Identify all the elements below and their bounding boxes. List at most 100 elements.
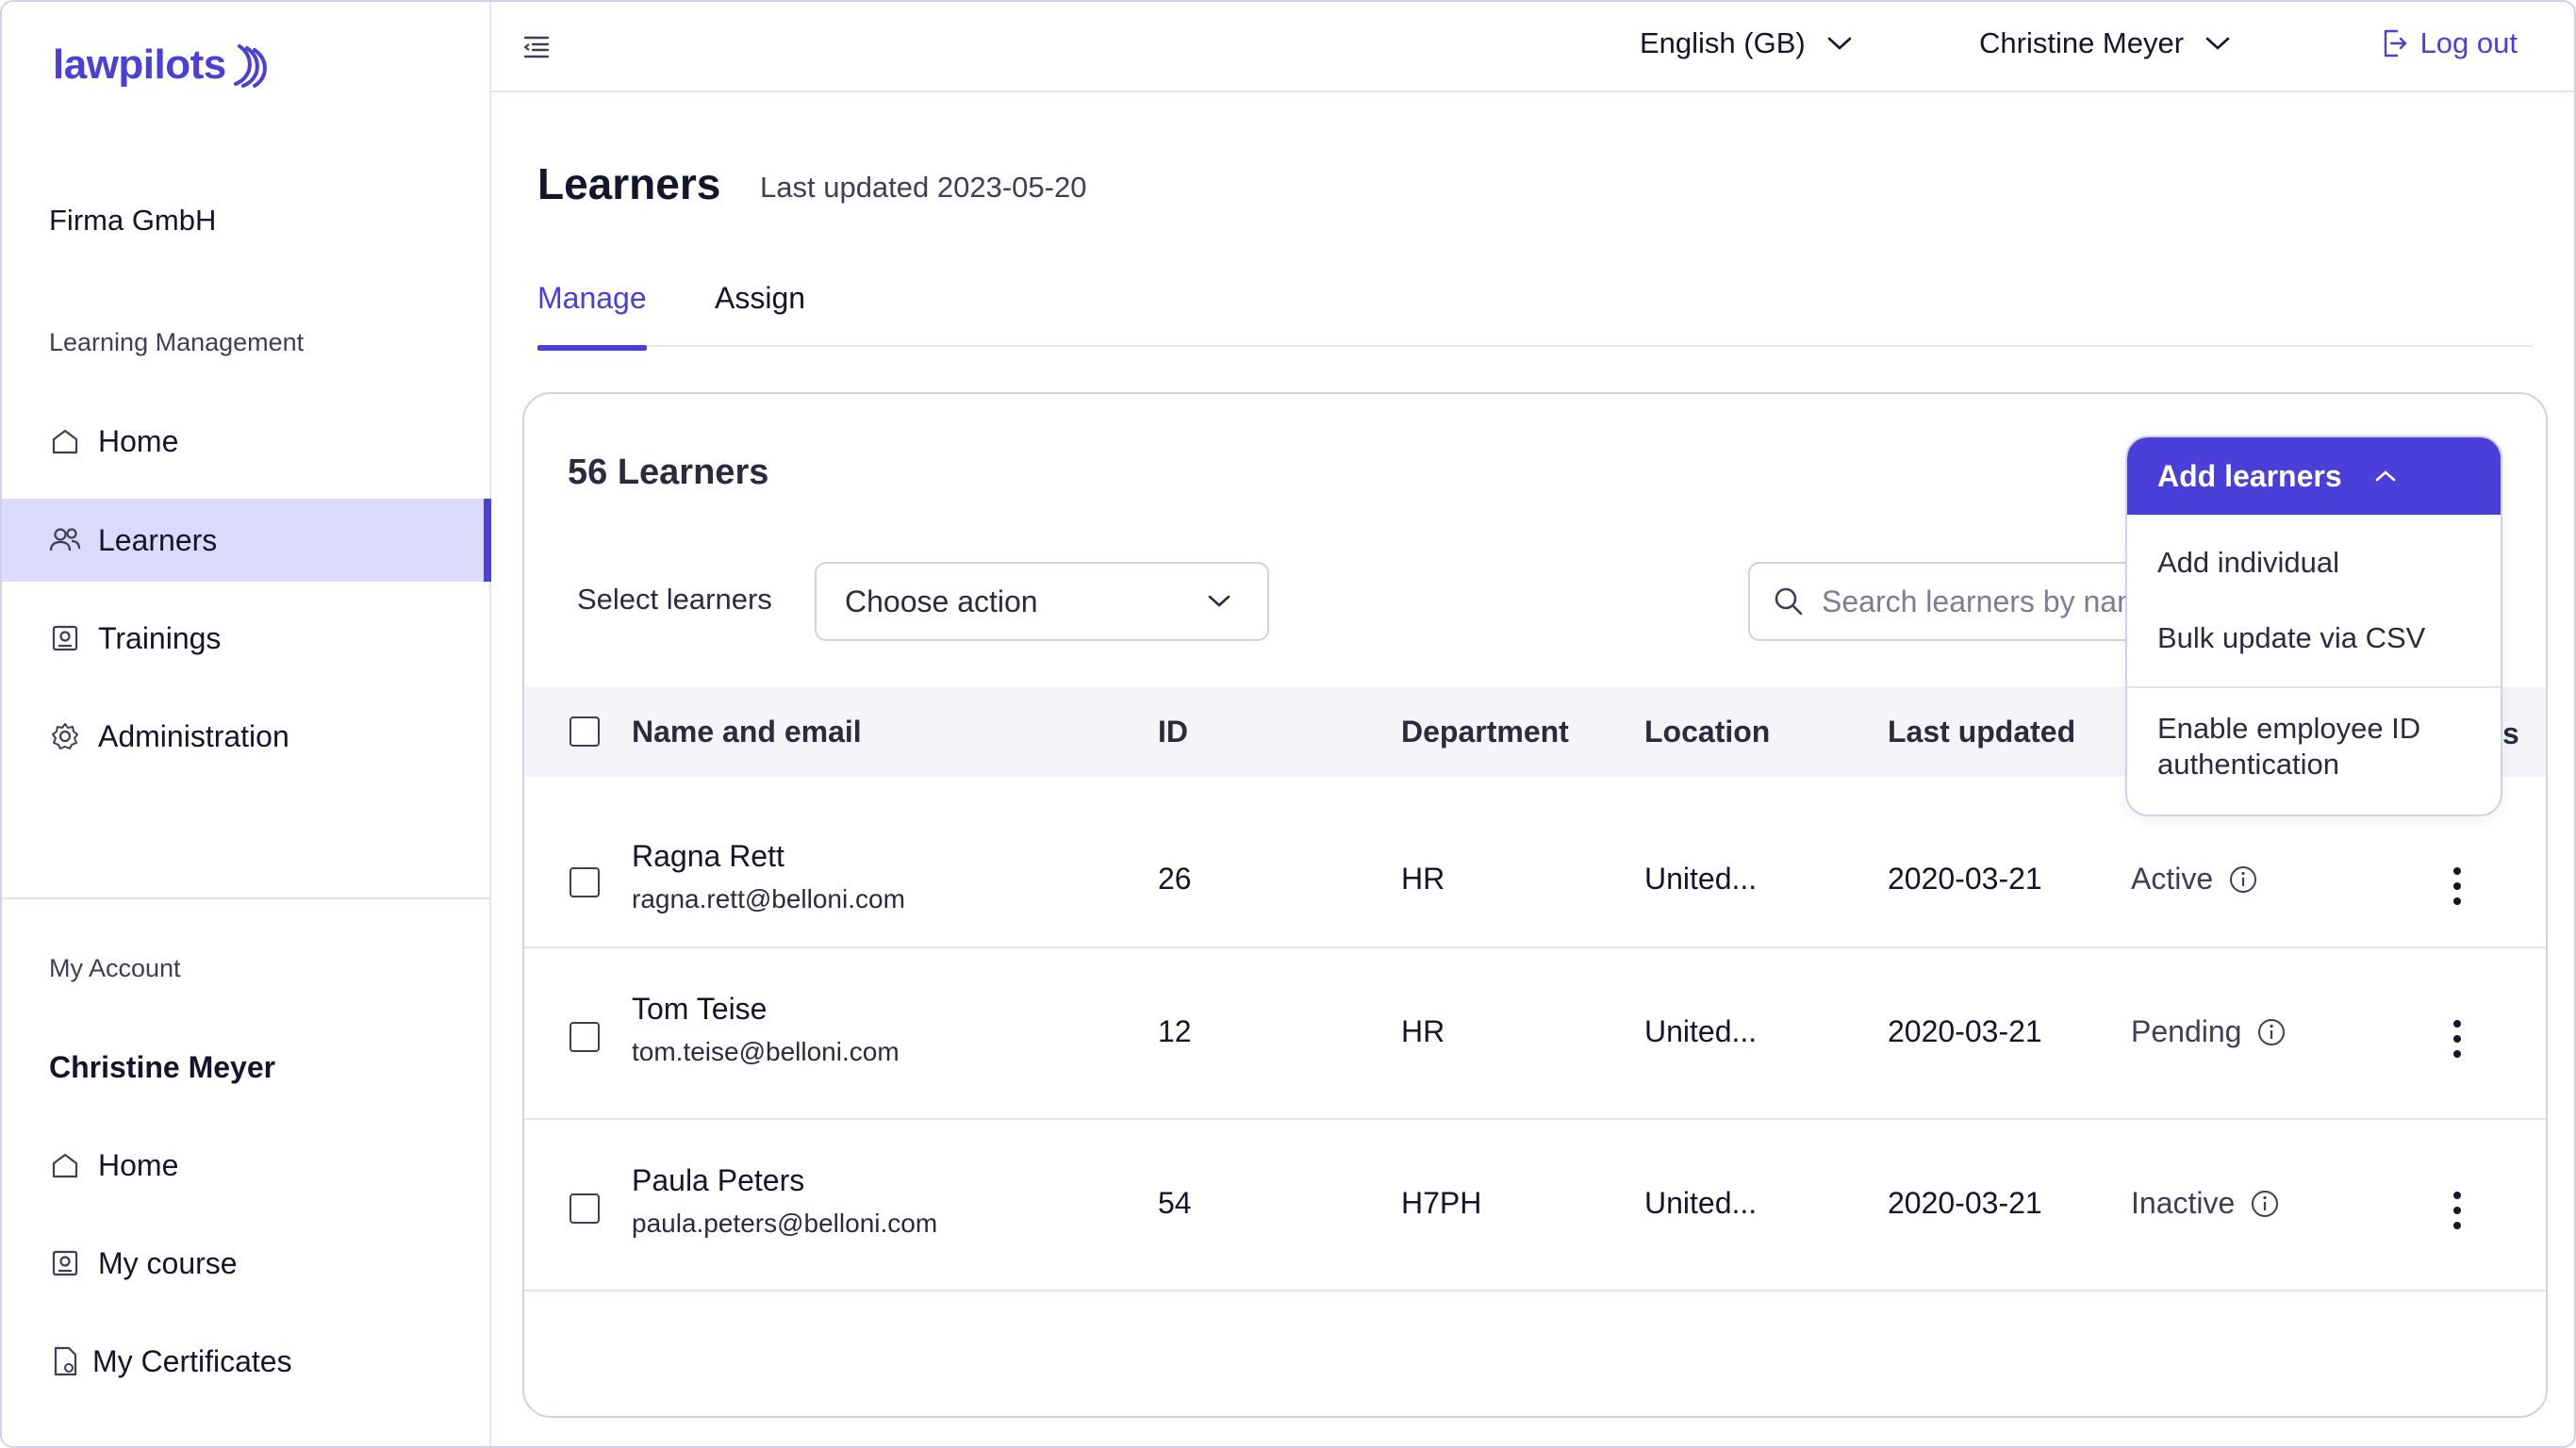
learner-email: tom.teise@belloni.com xyxy=(632,1037,900,1066)
menu-item-line: Enable employee ID xyxy=(2157,712,2421,745)
users-icon xyxy=(49,524,81,556)
language-label: English (GB) xyxy=(1640,26,1806,59)
menu-item-bulk-update-csv[interactable]: Bulk update via CSV xyxy=(2157,620,2425,656)
user-label: Christine Meyer xyxy=(1979,26,2185,59)
learner-status: Pending xyxy=(2131,1014,2287,1049)
tab-manage[interactable]: Manage xyxy=(537,281,647,351)
learner-name: Paula Peters xyxy=(632,1163,805,1197)
add-learners-button[interactable]: Add learners xyxy=(2127,437,2501,515)
status-text: Pending xyxy=(2131,1014,2242,1048)
info-icon[interactable] xyxy=(2250,1189,2280,1219)
organization-name: Firma GmbH xyxy=(49,204,217,237)
sidebar-divider xyxy=(2,897,491,899)
chevron-up-icon xyxy=(2375,470,2395,482)
sidebar-item-learners[interactable]: Learners xyxy=(2,499,491,582)
status-text: Active xyxy=(2131,862,2214,896)
search-icon xyxy=(1775,587,1803,616)
menu-item-add-individual[interactable]: Add individual xyxy=(2157,545,2339,581)
row-menu-icon[interactable] xyxy=(2448,867,2467,905)
home-icon xyxy=(49,1149,81,1181)
row-checkbox[interactable] xyxy=(570,1193,600,1224)
account-section-label: My Account xyxy=(49,954,181,982)
learner-status: Active xyxy=(2131,862,2258,897)
sidebar-item-label: Learners xyxy=(98,522,218,557)
column-header-last-updated[interactable]: Last updated xyxy=(1888,715,2075,749)
sidebar-item-label: My Certificates xyxy=(92,1343,292,1378)
logout-icon xyxy=(2384,29,2406,58)
row-menu-icon[interactable] xyxy=(2448,1020,2467,1058)
learner-last-updated: 2020-03-21 xyxy=(1888,862,2042,896)
home-icon xyxy=(49,425,81,457)
learner-location: United... xyxy=(1644,1186,1758,1220)
status-text: Inactive xyxy=(2131,1186,2236,1220)
learner-department: H7PH xyxy=(1401,1186,1482,1220)
learner-name: Ragna Rett xyxy=(632,839,784,873)
table-row[interactable]: Tom Teise tom.teise@belloni.com 12 HR Un… xyxy=(524,948,2546,1120)
tab-bar: Manage Assign xyxy=(537,281,2533,351)
learner-id: 12 xyxy=(1158,1014,1192,1048)
row-checkbox[interactable] xyxy=(570,867,600,897)
column-header-location[interactable]: Location xyxy=(1644,715,1770,749)
sidebar-item-home[interactable]: Home xyxy=(2,400,491,483)
sidebar-item-my-certificates[interactable]: My Certificates xyxy=(2,1320,491,1403)
account-user-name: Christine Meyer xyxy=(49,1050,276,1084)
logo-text: lawpilots xyxy=(53,41,226,88)
learner-last-updated: 2020-03-21 xyxy=(1888,1186,2042,1220)
learner-name: Tom Teise xyxy=(632,992,768,1026)
select-all-checkbox[interactable] xyxy=(570,716,600,747)
user-dropdown[interactable]: Christine Meyer xyxy=(1979,26,2231,60)
logout-button[interactable]: Log out xyxy=(2381,26,2518,60)
menu-item-line: authentication xyxy=(2157,748,2340,781)
menu-divider xyxy=(2127,686,2501,688)
sidebar-item-label: Trainings xyxy=(98,620,222,655)
column-header-id[interactable]: ID xyxy=(1158,715,1188,749)
tab-assign[interactable]: Assign xyxy=(715,281,805,347)
column-header-status-partial: s xyxy=(2502,716,2519,750)
table-row[interactable]: Paula Peters paula.peters@belloni.com 54… xyxy=(524,1120,2546,1292)
learner-department: HR xyxy=(1401,1014,1445,1048)
learning-section-label: Learning Management xyxy=(49,328,305,356)
sidebar-item-administration[interactable]: Administration xyxy=(2,695,491,778)
chevron-down-icon xyxy=(1827,37,1852,50)
learner-last-updated: 2020-03-21 xyxy=(1888,1014,2042,1048)
sidebar-item-my-course[interactable]: My course xyxy=(2,1222,491,1305)
menu-item-enable-employee-id[interactable]: Enable employee ID authentication xyxy=(2157,711,2420,782)
gear-icon xyxy=(49,720,81,752)
logo-swoosh-icon xyxy=(233,44,267,88)
action-select[interactable]: Choose action xyxy=(815,562,1269,641)
learner-location: United... xyxy=(1644,862,1758,896)
learner-status: Inactive xyxy=(2131,1186,2280,1221)
sidebar-item-label: My course xyxy=(98,1245,238,1280)
column-header-department[interactable]: Department xyxy=(1401,715,1569,749)
row-menu-icon[interactable] xyxy=(2448,1192,2467,1229)
sidebar-item-trainings[interactable]: Trainings xyxy=(2,597,491,680)
last-updated-text: Last updated 2023-05-20 xyxy=(760,171,1087,204)
learner-location: United... xyxy=(1644,1014,1758,1048)
select-learners-label: Select learners xyxy=(577,583,772,616)
learner-department: HR xyxy=(1401,862,1445,896)
learner-email: ragna.rett@belloni.com xyxy=(632,884,905,913)
chevron-down-icon xyxy=(1208,595,1230,607)
add-learners-label: Add learners xyxy=(2157,458,2342,493)
learner-id: 54 xyxy=(1158,1186,1192,1220)
logout-label: Log out xyxy=(2419,26,2518,59)
app-window: lawpilots Firma GmbH Learning Management… xyxy=(0,0,2576,1448)
collapse-sidebar-icon[interactable] xyxy=(520,30,553,64)
page-title: Learners xyxy=(537,159,721,208)
column-header-name[interactable]: Name and email xyxy=(632,715,862,749)
course-icon xyxy=(49,1247,81,1279)
sidebar-item-label: Administration xyxy=(98,718,289,753)
language-dropdown[interactable]: English (GB) xyxy=(1640,26,1853,60)
learner-email: paula.peters@belloni.com xyxy=(632,1209,938,1238)
learner-count: 56 Learners xyxy=(568,452,769,492)
topbar: English (GB) Christine Meyer Log out xyxy=(491,2,2574,92)
row-checkbox[interactable] xyxy=(570,1022,600,1052)
info-icon[interactable] xyxy=(2228,864,2258,895)
learner-id: 26 xyxy=(1158,862,1192,896)
info-icon[interactable] xyxy=(2256,1017,2287,1047)
sidebar-item-account-home[interactable]: Home xyxy=(2,1124,491,1207)
sidebar-item-label: Home xyxy=(98,423,179,458)
training-icon xyxy=(49,622,81,654)
logo[interactable]: lawpilots xyxy=(53,41,270,89)
sidebar: lawpilots Firma GmbH Learning Management… xyxy=(2,2,491,1446)
